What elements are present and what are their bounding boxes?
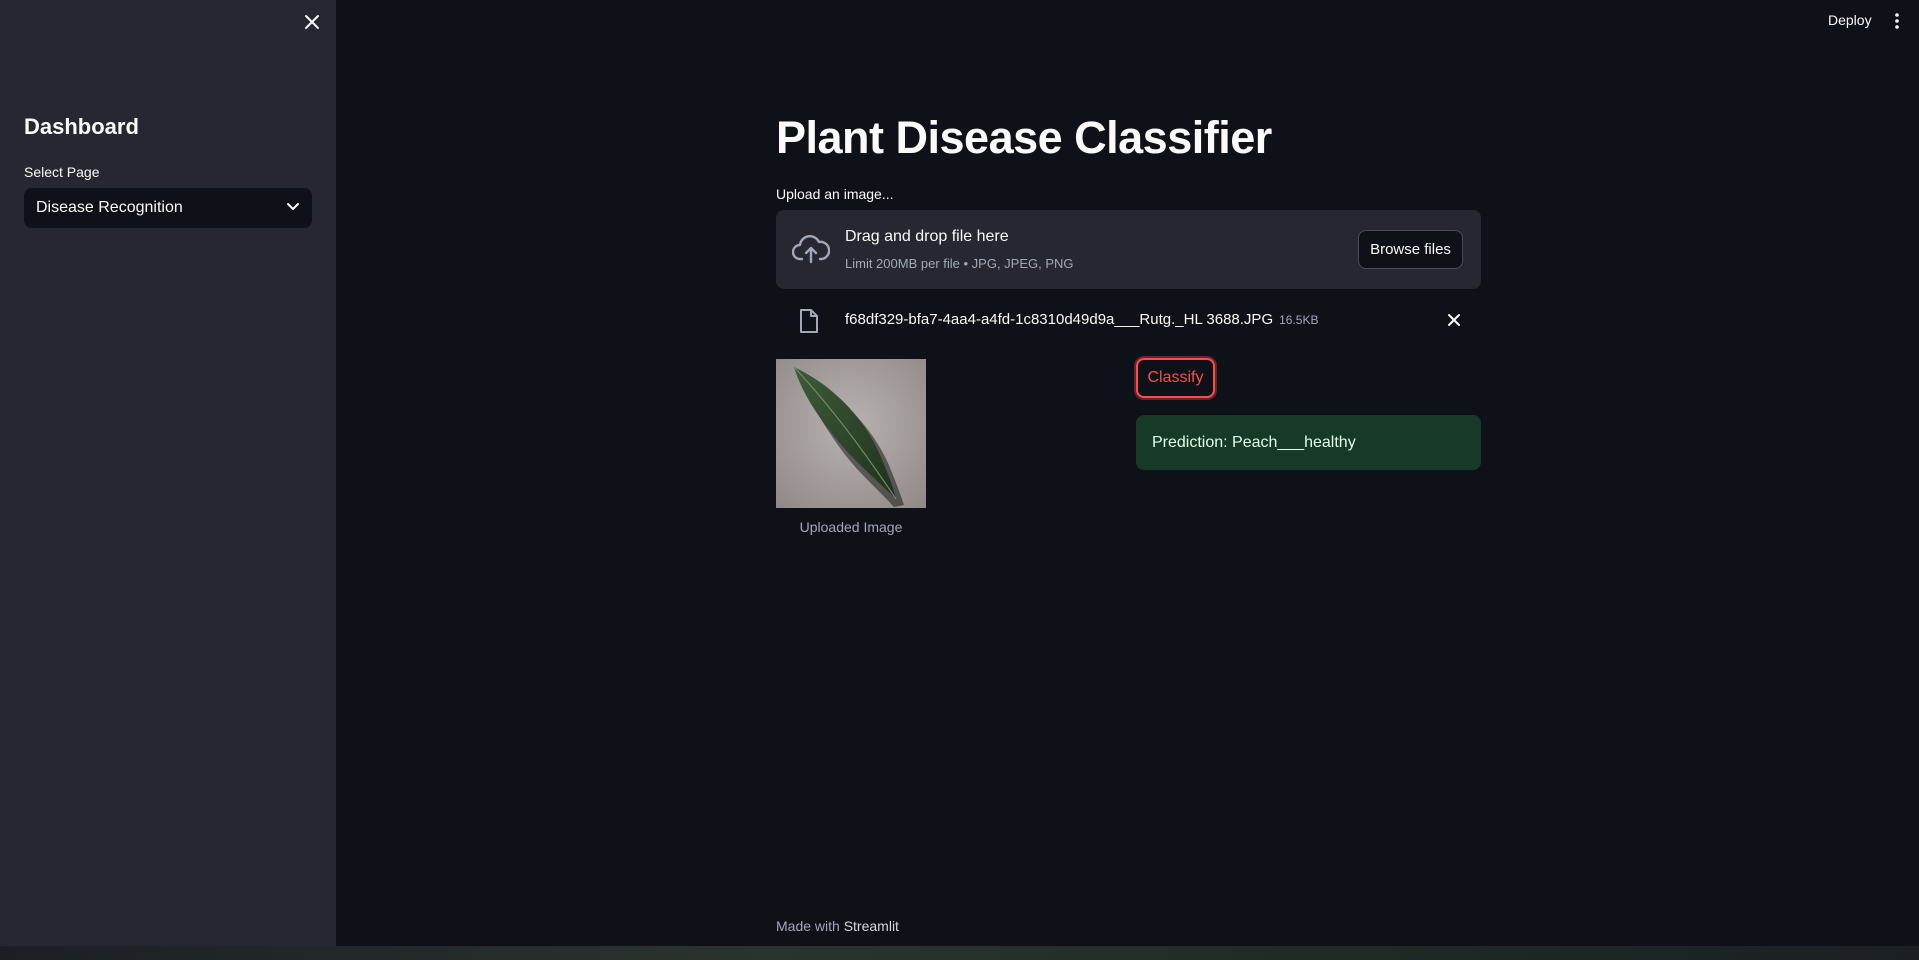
uploaded-file-row: f68df329-bfa7-4aa4-a4fd-1c8310d49d9a___R… [776, 300, 1481, 340]
file-icon [798, 308, 820, 334]
streamlit-link[interactable]: Streamlit [844, 918, 899, 934]
dropzone-limits: Limit 200MB per file • JPG, JPEG, PNG [845, 256, 1074, 271]
more-options-icon[interactable] [1890, 10, 1904, 32]
sidebar-title: Dashboard [24, 114, 139, 139]
browse-files-button[interactable]: Browse files [1358, 230, 1463, 269]
file-name-text: f68df329-bfa7-4aa4-a4fd-1c8310d49d9a___R… [845, 311, 1274, 328]
chevron-down-icon [286, 199, 300, 217]
cloud-upload-icon [791, 232, 831, 266]
uploaded-image [776, 359, 926, 508]
file-name: f68df329-bfa7-4aa4-a4fd-1c8310d49d9a___R… [845, 311, 1318, 328]
page-title: Plant Disease Classifier [776, 112, 1272, 163]
select-page-label: Select Page [24, 164, 100, 180]
select-page-dropdown[interactable]: Disease Recognition [24, 188, 312, 228]
remove-file-icon[interactable] [1446, 312, 1462, 328]
file-size: 16.5KB [1279, 313, 1319, 327]
file-dropzone[interactable]: Drag and drop file here Limit 200MB per … [776, 210, 1481, 289]
deploy-button[interactable]: Deploy [1828, 12, 1872, 28]
dropzone-instructions: Drag and drop file here [845, 228, 1009, 245]
classify-button[interactable]: Classify [1136, 358, 1215, 398]
select-page-value: Disease Recognition [36, 199, 183, 216]
close-sidebar-icon[interactable] [302, 12, 322, 32]
footer: Made with Streamlit [776, 918, 899, 934]
upload-label: Upload an image... [776, 186, 894, 202]
footer-prefix: Made with [776, 918, 840, 934]
sidebar: Dashboard Select Page Disease Recognitio… [0, 0, 336, 946]
taskbar-strip [0, 946, 1919, 960]
prediction-alert: Prediction: Peach___healthy [1136, 415, 1481, 470]
image-caption: Uploaded Image [799, 519, 903, 535]
